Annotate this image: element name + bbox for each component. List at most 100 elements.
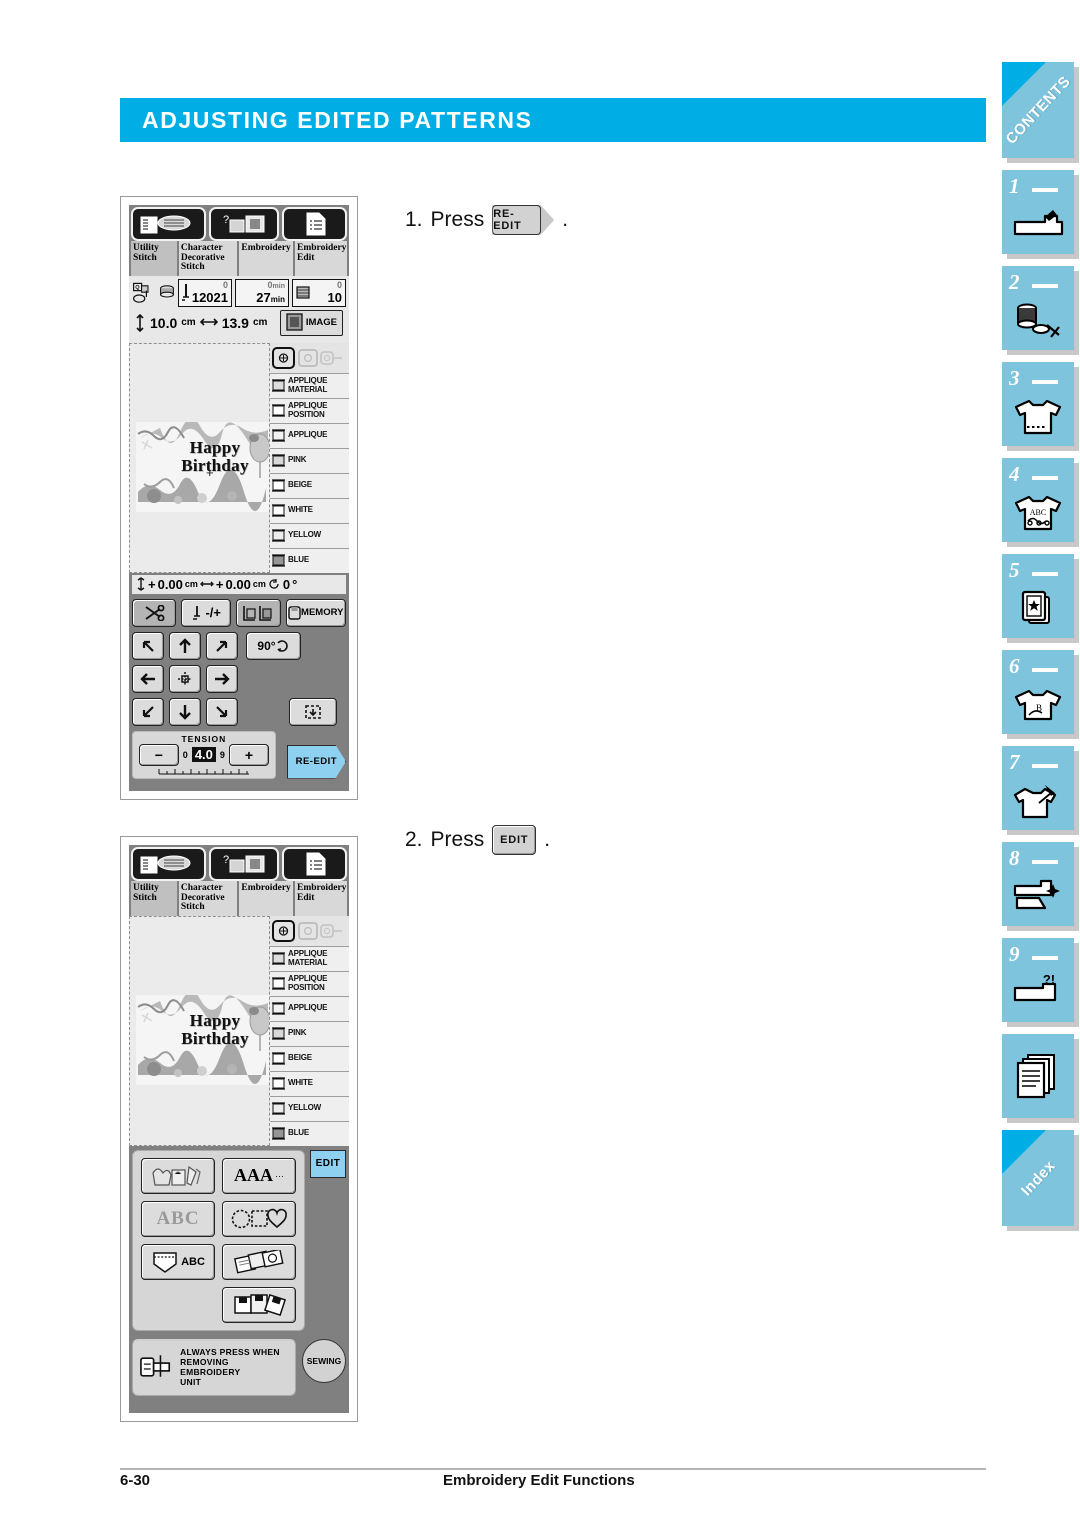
design-size-row: 10.0 cm 13.9 cm IMAGE (132, 306, 346, 340)
sidebar-tab-4[interactable]: 4 ABC (1002, 458, 1074, 542)
font-select-button[interactable]: AAA ··· (222, 1157, 296, 1194)
color-item-applique-position[interactable]: APPLIQUE POSITION (270, 970, 349, 996)
color-sequence-list: APPLIQUE MATERIAL APPLIQUE POSITION APPLIQ… (270, 915, 349, 1146)
sidebar-tab-appendix[interactable] (1002, 1034, 1074, 1118)
document-list-icon[interactable] (282, 207, 347, 241)
edit-keycap[interactable]: EDIT (492, 825, 537, 855)
tension-minus-button[interactable]: − (138, 743, 179, 766)
rotate-button[interactable]: 90° (246, 631, 301, 660)
color-item-yellow[interactable]: YELLOW (270, 1095, 349, 1121)
help-machine-icon[interactable]: ? (208, 207, 280, 241)
tab-embroidery-edit[interactable]: Embroidery Edit (295, 241, 347, 276)
hoop-selection-row[interactable] (270, 342, 349, 373)
re-edit-keycap[interactable]: RE-EDIT (492, 205, 555, 235)
document-list-icon[interactable] (282, 847, 347, 881)
basting-button[interactable] (236, 598, 281, 627)
tab-utility-stitch[interactable]: Utility Stitch (131, 241, 177, 276)
sidebar-tab-8[interactable]: 8 (1002, 842, 1074, 926)
design-canvas[interactable]: Happy Birthday (129, 915, 270, 1146)
color-item-applique[interactable]: APPLIQUE (270, 995, 349, 1021)
move-up-left-button[interactable] (132, 631, 164, 660)
screenshot-panel-1: ? Utility Stitch Character Decorative St… (120, 196, 358, 800)
tab-embroidery[interactable]: Embroidery (239, 881, 293, 916)
color-item-applique[interactable]: APPLIQUE (270, 422, 349, 448)
color-item-white[interactable]: WHITE (270, 1070, 349, 1096)
memory-button[interactable]: MEMORY (285, 598, 346, 627)
tab-character-decorative-stitch[interactable]: Character Decorative Stitch (178, 881, 238, 916)
book-spool-icon[interactable] (131, 207, 206, 241)
lcd2-top-icon-row: ? (129, 845, 349, 881)
machine-clean-icon (1002, 868, 1074, 924)
spool-icon (272, 1076, 285, 1090)
embroidery-cards-button[interactable] (222, 1243, 296, 1280)
sidebar-tab-6[interactable]: 6 B (1002, 650, 1074, 734)
edit-button[interactable]: EDIT (310, 1149, 346, 1178)
embroidery-patterns-button[interactable] (141, 1157, 215, 1194)
vertical-offset-icon (137, 577, 145, 591)
sidebar-tab-5[interactable]: 5 (1002, 554, 1074, 638)
re-edit-button[interactable]: RE-EDIT (286, 744, 346, 779)
trial-trace-button[interactable] (289, 697, 337, 726)
sidebar-tab-2[interactable]: 2 (1002, 266, 1074, 350)
decorative-alphabet-button[interactable]: ABC (141, 1200, 215, 1237)
step-2-verb: Press (430, 828, 485, 851)
color-item-beige[interactable]: BEIGE (270, 472, 349, 498)
move-down-left-button[interactable] (132, 697, 164, 726)
sidebar-tab-1[interactable]: 1 (1002, 170, 1074, 254)
sidebar-tab-index[interactable]: Index (1002, 1130, 1074, 1226)
color-item-yellow[interactable]: YELLOW (270, 522, 349, 548)
tab-character-decorative-stitch[interactable]: Character Decorative Stitch (178, 241, 238, 276)
needle-mode-button[interactable]: -/+ (181, 598, 232, 627)
rotate-label: 90° (257, 638, 276, 653)
sidebar-tab-7[interactable]: 7 (1002, 746, 1074, 830)
svg-text:ABC: ABC (1030, 508, 1046, 517)
book-spool-icon[interactable] (131, 847, 206, 881)
unit-removal-notice[interactable]: ALWAYS PRESS WHEN REMOVING EMBROIDERY UN… (132, 1338, 296, 1396)
color-item-applique-position[interactable]: APPLIQUE POSITION (270, 397, 349, 423)
help-machine-icon[interactable]: ? (208, 847, 280, 881)
pattern-category-grid: AAA ··· ABC ABC (132, 1149, 305, 1331)
arrow-up-icon (179, 637, 191, 653)
step-2-number: 2. (405, 828, 423, 851)
frame-shapes-button[interactable] (222, 1200, 296, 1237)
move-left-button[interactable] (132, 664, 164, 693)
color-item-blue[interactable]: BLUE (270, 1120, 349, 1146)
frame-pair-icon (243, 605, 273, 621)
move-button-row-3 (132, 697, 346, 726)
hoop-selection-row[interactable] (270, 915, 349, 946)
design-canvas[interactable]: Happy Birthday + (129, 342, 270, 573)
memory-card-button[interactable] (222, 1286, 296, 1323)
tab-dash-icon (1032, 284, 1058, 288)
color-item-pink[interactable]: PINK (270, 1020, 349, 1046)
color-item-beige[interactable]: BEIGE (270, 1045, 349, 1071)
screenshot-panel-2: ? Utility Stitch Character Decorative St… (120, 836, 358, 1422)
tension-plus-button[interactable]: + (228, 743, 269, 766)
sidebar-tab-9[interactable]: 9 ?! (1002, 938, 1074, 1022)
time-counter: 0min 27min (235, 278, 289, 307)
tab-embroidery-edit[interactable]: Embroidery Edit (295, 881, 347, 916)
hoop-medium-icon (298, 921, 318, 940)
color-item-white[interactable]: WHITE (270, 497, 349, 523)
color-item-applique-material[interactable]: APPLIQUE MATERIAL (270, 372, 349, 398)
color-item-applique-material[interactable]: APPLIQUE MATERIAL (270, 945, 349, 971)
sewing-button[interactable]: SEWING (302, 1338, 346, 1383)
tab-embroidery[interactable]: Embroidery (239, 241, 293, 276)
sidebar-tab-3[interactable]: 3 (1002, 362, 1074, 446)
tab-utility-stitch[interactable]: Utility Stitch (131, 881, 177, 916)
move-up-right-button[interactable] (206, 631, 238, 660)
pocket-monogram-button[interactable]: ABC (141, 1243, 215, 1280)
move-down-right-button[interactable] (206, 697, 238, 726)
move-up-button[interactable] (169, 631, 201, 660)
move-right-button[interactable] (206, 664, 238, 693)
sidebar-tab-contents[interactable]: CONTENTS (1002, 62, 1074, 158)
image-button[interactable]: IMAGE (279, 309, 343, 336)
center-position-button[interactable] (169, 664, 201, 693)
thread-cut-button[interactable] (132, 598, 177, 627)
move-down-button[interactable] (169, 697, 201, 726)
color-item-pink[interactable]: PINK (270, 447, 349, 473)
design-text-line1: Happy (189, 1010, 241, 1030)
unit-release-icon (140, 1354, 171, 1377)
chapter-sidebar: CONTENTS 1 2 3 4 ABC 5 6 B 7 8 9 ?! Inde… (1002, 62, 1080, 1238)
rotate-icon (276, 639, 288, 652)
color-item-blue[interactable]: BLUE (270, 547, 349, 573)
